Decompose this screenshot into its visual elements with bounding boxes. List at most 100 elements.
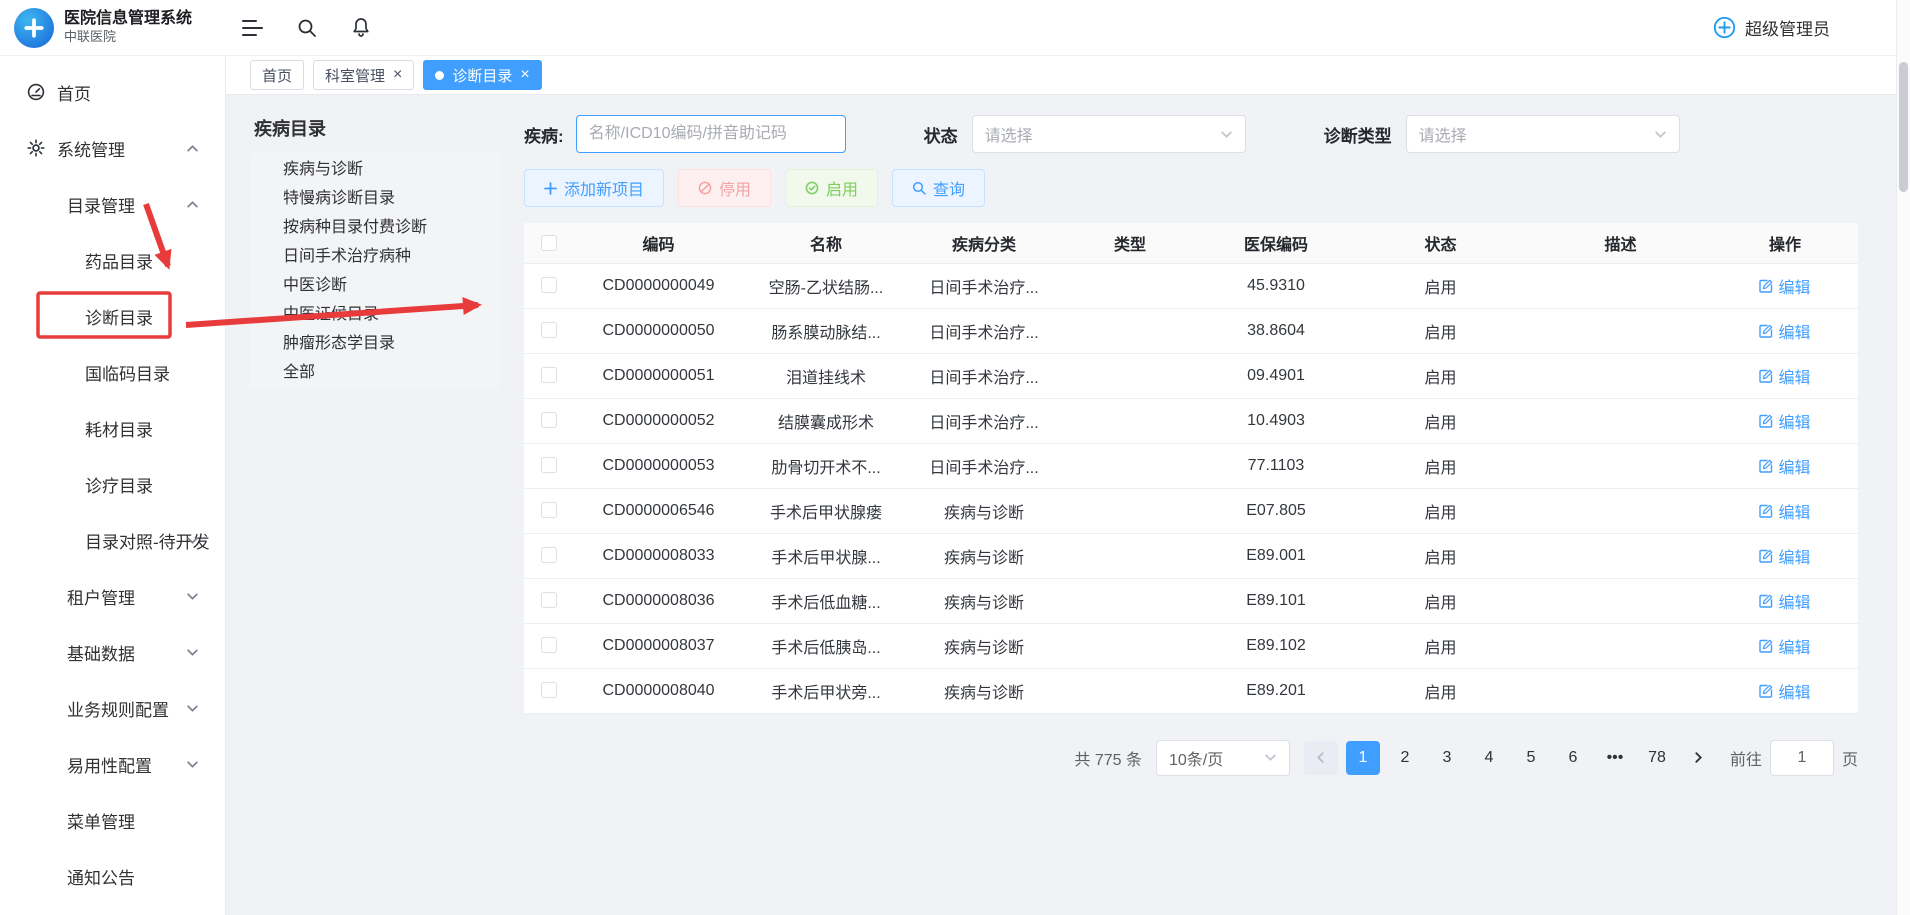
- page-button[interactable]: 5: [1514, 741, 1548, 775]
- tree-item[interactable]: 中医诊断: [250, 271, 500, 300]
- sidebar-item-catalog-mapping[interactable]: 目录对照-待开发: [0, 512, 225, 568]
- row-checkbox[interactable]: [541, 547, 557, 563]
- page-button[interactable]: •••: [1598, 741, 1632, 775]
- row-checkbox[interactable]: [541, 502, 557, 518]
- tree-item[interactable]: 肿瘤形态学目录: [250, 329, 500, 358]
- select-all-checkbox[interactable]: [541, 235, 557, 251]
- cell-status: 启用: [1352, 308, 1529, 353]
- row-checkbox[interactable]: [541, 637, 557, 653]
- search-icon[interactable]: [297, 18, 317, 38]
- edit-button[interactable]: 编辑: [1759, 679, 1810, 703]
- chevron-left-icon: [1314, 751, 1327, 764]
- tab-label: 首页: [262, 65, 292, 86]
- disease-search-input[interactable]: [576, 115, 846, 153]
- sidebar-item-national-code-catalog[interactable]: 国临码目录: [0, 344, 225, 400]
- query-button[interactable]: 查询: [892, 169, 985, 207]
- cell-code: CD0000000049: [573, 263, 744, 308]
- page-size-select[interactable]: 10条/页: [1156, 740, 1290, 776]
- sidebar-item-usability-config[interactable]: 易用性配置: [0, 736, 225, 792]
- menu-collapse-icon[interactable]: [242, 19, 263, 37]
- add-item-button[interactable]: 添加新项目: [524, 169, 664, 207]
- tree-item[interactable]: 按病种目录付费诊断: [250, 213, 500, 242]
- chevron-down-icon: [1654, 128, 1667, 141]
- chevron-right-icon: [1692, 751, 1705, 764]
- page-button[interactable]: 3: [1430, 741, 1464, 775]
- row-checkbox[interactable]: [541, 412, 557, 428]
- cell-code: CD0000008037: [573, 623, 744, 668]
- page-button[interactable]: 2: [1388, 741, 1422, 775]
- page-button[interactable]: 1: [1346, 741, 1380, 775]
- prev-page-button[interactable]: [1304, 741, 1338, 775]
- edit-button[interactable]: 编辑: [1759, 319, 1810, 343]
- filter-row: 疾病: 状态 请选择 诊断类型 请选择: [524, 115, 1858, 153]
- cell-category: 日间手术治疗...: [908, 353, 1060, 398]
- row-checkbox[interactable]: [541, 277, 557, 293]
- edit-button[interactable]: 编辑: [1759, 589, 1810, 613]
- sidebar-item-tenant-management[interactable]: 租户管理: [0, 568, 225, 624]
- next-page-button[interactable]: [1682, 741, 1716, 775]
- sidebar-item-catalog-management[interactable]: 目录管理: [0, 176, 225, 232]
- diagnosis-type-select[interactable]: 请选择: [1406, 115, 1680, 153]
- tree-title: 疾病目录: [250, 115, 500, 141]
- goto-page: 前往 页: [1730, 740, 1858, 776]
- sidebar-item-treatment-catalog[interactable]: 诊疗目录: [0, 456, 225, 512]
- row-checkbox[interactable]: [541, 457, 557, 473]
- status-select[interactable]: 请选择: [972, 115, 1246, 153]
- user-menu[interactable]: 超级管理员: [1713, 15, 1830, 40]
- cell-code: CD0000000053: [573, 443, 744, 488]
- page-button[interactable]: 78: [1640, 741, 1674, 775]
- edit-button[interactable]: 编辑: [1759, 409, 1810, 433]
- tab-diagnosis-catalog[interactable]: 诊断目录 ×: [423, 60, 541, 90]
- cell-insurance-code: E89.101: [1200, 578, 1352, 623]
- edit-button[interactable]: 编辑: [1759, 499, 1810, 523]
- cell-insurance-code: 77.1103: [1200, 443, 1352, 488]
- disable-button[interactable]: 停用: [678, 169, 771, 207]
- sidebar-item-diagnosis-catalog[interactable]: 诊断目录: [0, 288, 225, 344]
- cell-code: CD0000000051: [573, 353, 744, 398]
- sidebar-item-consumables-catalog[interactable]: 耗材目录: [0, 400, 225, 456]
- ban-icon: [698, 181, 712, 195]
- row-checkbox[interactable]: [541, 682, 557, 698]
- sidebar-item-business-rules[interactable]: 业务规则配置: [0, 680, 225, 736]
- sidebar-item-home[interactable]: 首页: [0, 64, 225, 120]
- edit-button[interactable]: 编辑: [1759, 364, 1810, 388]
- row-checkbox[interactable]: [541, 367, 557, 383]
- tab-home[interactable]: 首页: [250, 60, 304, 90]
- page-button[interactable]: 6: [1556, 741, 1590, 775]
- tab-department-management[interactable]: 科室管理 ×: [313, 60, 414, 90]
- user-avatar-icon: [1713, 16, 1736, 39]
- edit-button[interactable]: 编辑: [1759, 274, 1810, 298]
- scrollbar-thumb[interactable]: [1899, 62, 1908, 192]
- tree-item[interactable]: 日间手术治疗病种: [250, 242, 500, 271]
- tree-item[interactable]: 疾病与诊断: [250, 155, 500, 184]
- edit-button[interactable]: 编辑: [1759, 454, 1810, 478]
- sidebar-item-label: 业务规则配置: [67, 696, 169, 721]
- sidebar-item-system-management[interactable]: 系统管理: [0, 120, 225, 176]
- sidebar: 首页 系统管理 目录管理 药品目录 诊断目录 国临码目录: [0, 56, 226, 915]
- close-icon[interactable]: ×: [393, 67, 402, 83]
- page-button[interactable]: 4: [1472, 741, 1506, 775]
- bell-icon[interactable]: [351, 17, 371, 38]
- enable-button[interactable]: 启用: [785, 169, 878, 207]
- cell-name: 手术后甲状腺瘘: [744, 488, 908, 533]
- edit-icon: [1759, 369, 1773, 383]
- row-checkbox[interactable]: [541, 592, 557, 608]
- cell-type: [1060, 533, 1200, 578]
- sidebar-item-label: 菜单管理: [67, 808, 135, 833]
- sidebar-item-menu-management[interactable]: 菜单管理: [0, 792, 225, 848]
- sidebar-item-notice[interactable]: 通知公告: [0, 848, 225, 904]
- tree-item[interactable]: 特慢病诊断目录: [250, 184, 500, 213]
- goto-page-input[interactable]: [1770, 740, 1834, 776]
- sidebar-item-label: 易用性配置: [67, 752, 152, 777]
- sidebar-item-basic-data[interactable]: 基础数据: [0, 624, 225, 680]
- sidebar-item-label: 耗材目录: [85, 416, 153, 441]
- sidebar-item-drug-catalog[interactable]: 药品目录: [0, 232, 225, 288]
- app-header: 医院信息管理系统 中联医院 超级管理员: [0, 0, 1896, 56]
- row-checkbox[interactable]: [541, 322, 557, 338]
- edit-button[interactable]: 编辑: [1759, 544, 1810, 568]
- cell-category: 疾病与诊断: [908, 578, 1060, 623]
- close-icon[interactable]: ×: [520, 67, 529, 83]
- tree-item[interactable]: 全部: [250, 358, 500, 387]
- tree-item[interactable]: 中医证候目录: [250, 300, 500, 329]
- edit-button[interactable]: 编辑: [1759, 634, 1810, 658]
